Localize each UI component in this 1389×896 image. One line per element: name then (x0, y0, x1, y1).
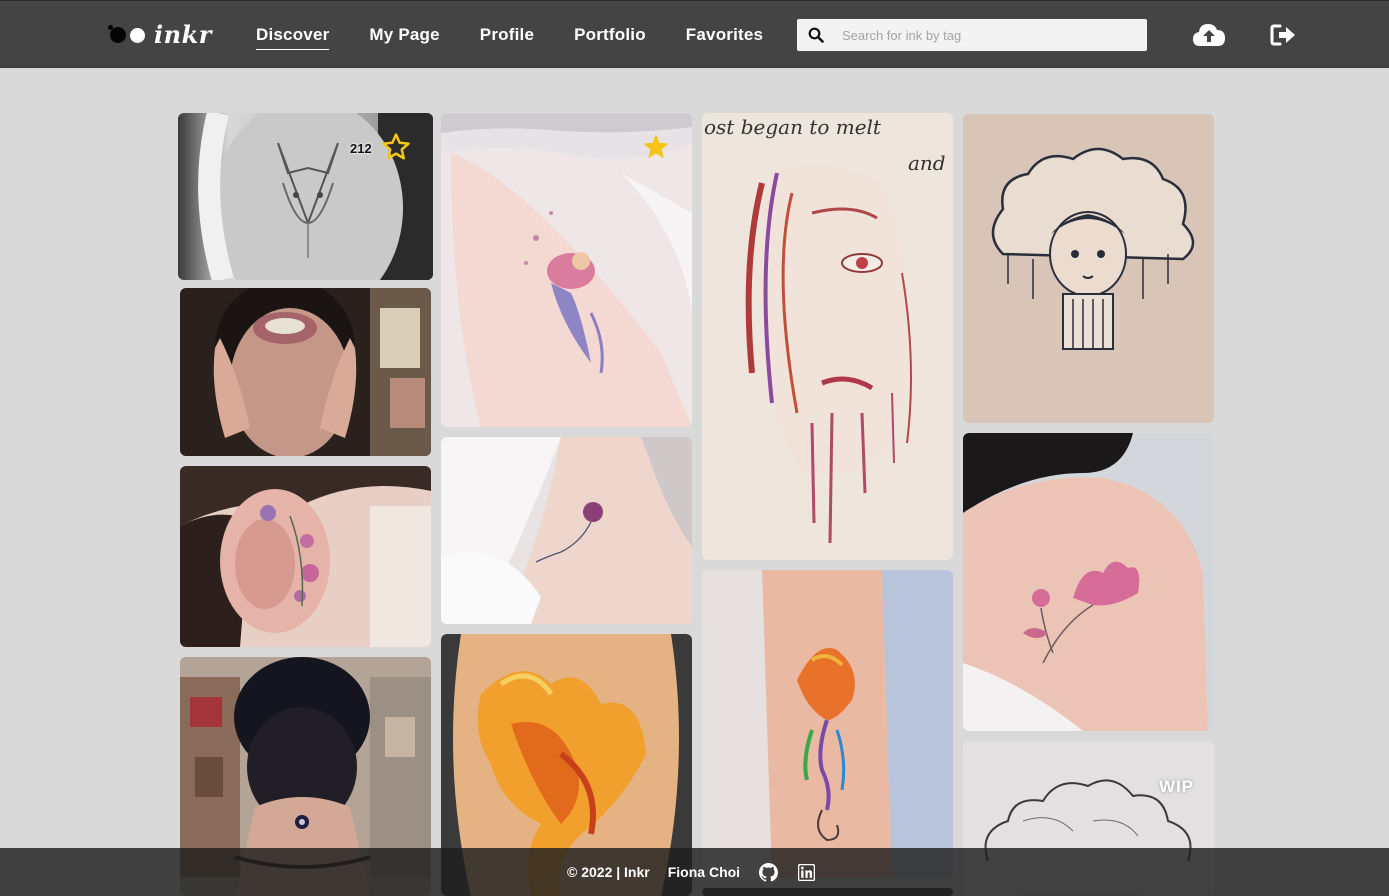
lip-tattoo-image (180, 288, 431, 456)
logo-text: inkr (154, 19, 212, 49)
favorite-star-outline-icon[interactable] (381, 132, 411, 162)
gallery-tile-ear[interactable] (180, 466, 431, 647)
gallery-tile-rose-ankle[interactable] (441, 437, 692, 624)
rainbow-phoenix-tattoo-image (702, 570, 953, 878)
inkr-logo[interactable]: inkr (108, 19, 212, 49)
nav-discover[interactable]: Discover (256, 21, 330, 50)
gallery-tile-fairy[interactable] (441, 113, 692, 427)
nav-portfolio[interactable]: Portfolio (574, 21, 646, 49)
rose-ankle-tattoo-image (441, 437, 692, 624)
melting-face-sketch-image (702, 113, 953, 560)
gallery-tile-rainbow-phoenix[interactable] (702, 570, 953, 878)
sign-out-icon[interactable] (1267, 21, 1301, 49)
gallery-tile-lotus[interactable] (963, 433, 1214, 731)
footer-author: Fiona Choi (667, 864, 741, 880)
footer-copyright: © 2022 | Inkr (567, 864, 650, 880)
cloud-upload-icon[interactable] (1192, 21, 1226, 49)
tag-search-bar (797, 19, 1147, 51)
main-nav: Discover My Page Profile Portfolio Favor… (256, 1, 803, 69)
search-icon[interactable] (797, 19, 835, 51)
favorite-star-filled-icon[interactable] (641, 132, 671, 162)
tag-search-input[interactable] (835, 20, 1147, 50)
gallery-tile-cloud-girl[interactable] (963, 114, 1214, 423)
tattoo-gallery: 212 ost began to melt and WIP (0, 0, 1389, 896)
gallery-tile-melting-face[interactable]: ost began to melt and (702, 113, 953, 560)
wip-badge: WIP (1159, 777, 1195, 796)
sketch-caption-line-1: ost began to melt (704, 115, 881, 139)
nav-profile[interactable]: Profile (480, 21, 534, 49)
lotus-shoulder-tattoo-image (963, 433, 1214, 731)
gallery-tile-lip[interactable] (180, 288, 431, 456)
linkedin-icon[interactable] (796, 862, 816, 882)
ear-flower-tattoo-image (180, 466, 431, 647)
gallery-tile-wolf[interactable]: 212 (178, 113, 433, 280)
top-navbar: inkr Discover My Page Profile Portfolio … (0, 0, 1389, 68)
nav-my-page[interactable]: My Page (369, 21, 439, 49)
cloud-girl-tattoo-image (963, 114, 1214, 423)
sketch-caption-line-2: and (908, 151, 946, 175)
nav-favorites[interactable]: Favorites (686, 21, 763, 49)
ink-drops-logo-icon (108, 22, 148, 46)
footer: © 2022 | Inkr Fiona Choi (0, 848, 1389, 896)
github-icon[interactable] (758, 862, 778, 882)
favorite-count: 212 (350, 141, 372, 156)
